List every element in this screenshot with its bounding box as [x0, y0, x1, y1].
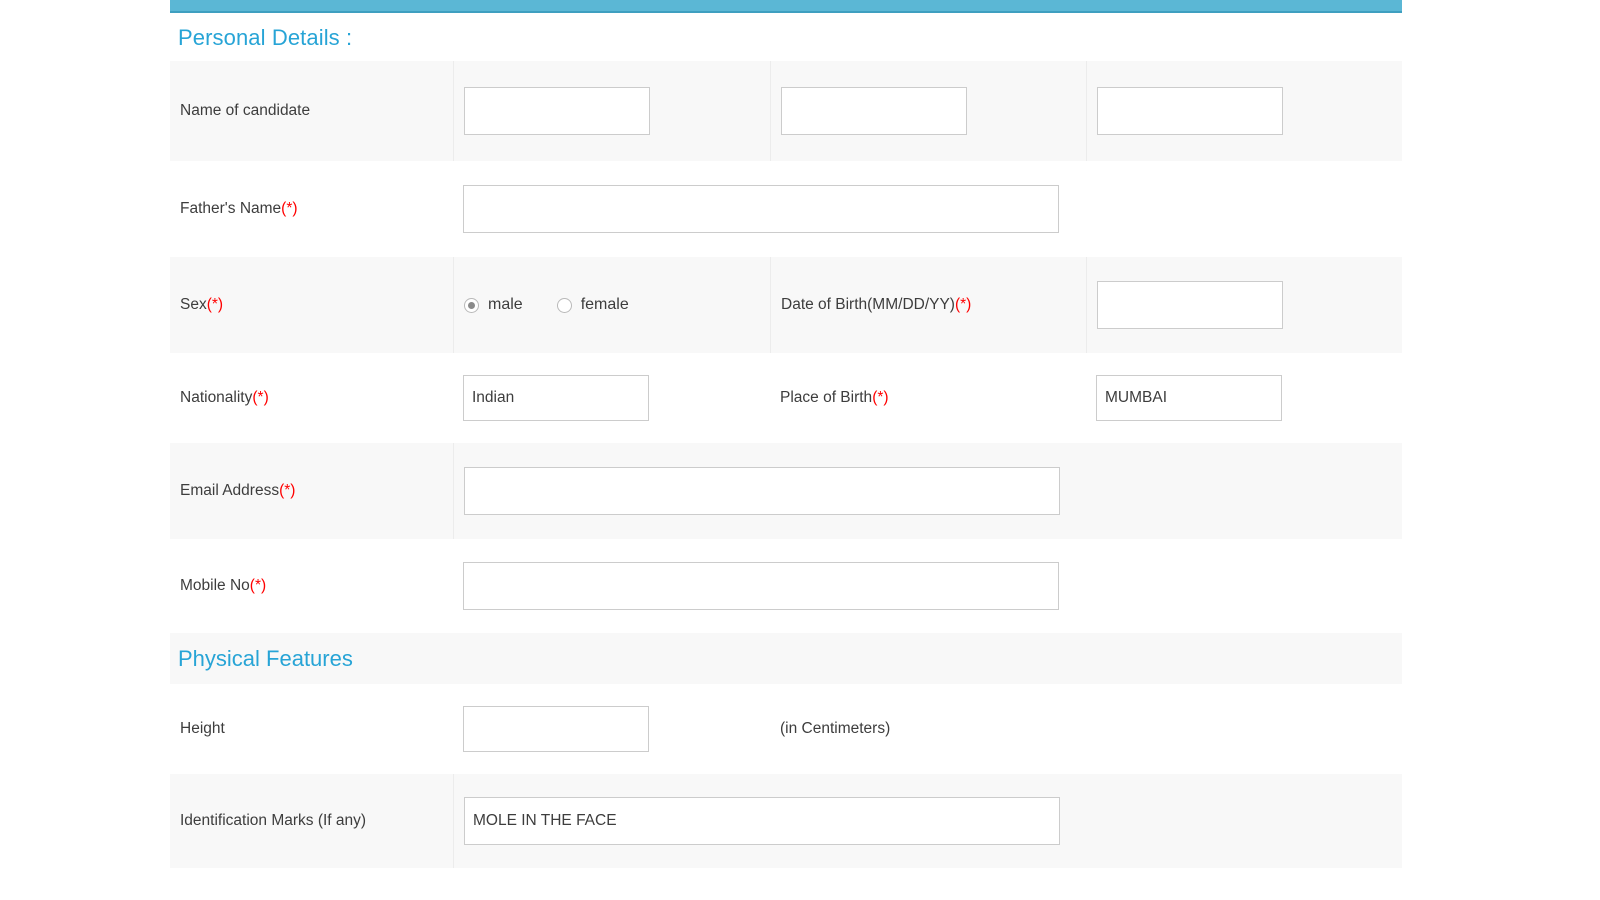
- label-cell-height: Height: [170, 684, 453, 774]
- radio-option-male[interactable]: male: [464, 296, 523, 314]
- label-nationality: Nationality: [180, 388, 252, 408]
- row-name-of-candidate: Name of candidate: [170, 61, 1402, 161]
- field-cell-sex-radios: male female: [453, 257, 770, 353]
- field-cell-nationality: [453, 353, 770, 443]
- label-cell-place-of-birth: Place of Birth (*): [770, 353, 1086, 443]
- field-cell-date-of-birth: [1086, 257, 1402, 353]
- label-fathers-name: Father's Name: [180, 199, 281, 219]
- required-marker-place-of-birth: (*): [872, 389, 888, 407]
- radio-male-label: male: [488, 296, 523, 314]
- name-last-input[interactable]: [1097, 87, 1283, 135]
- required-marker-nationality: (*): [252, 389, 268, 407]
- required-marker-mobile-no: (*): [250, 577, 266, 595]
- section-title-personal-details: Personal Details :: [170, 13, 1402, 61]
- required-marker-date-of-birth: (*): [955, 296, 971, 314]
- name-middle-input[interactable]: [781, 87, 967, 135]
- label-cell-identification-marks: Identification Marks (If any): [170, 774, 453, 868]
- required-marker-fathers-name: (*): [281, 200, 297, 218]
- section-title-physical-features: Physical Features: [170, 633, 1402, 684]
- radio-male-icon[interactable]: [464, 298, 479, 313]
- label-cell-sex: Sex (*): [170, 257, 453, 353]
- label-date-of-birth: Date of Birth(MM/DD/YY): [781, 295, 955, 315]
- label-cell-nationality: Nationality (*): [170, 353, 453, 443]
- field-cell-name-first: [453, 61, 770, 161]
- field-cell-email-address: [453, 443, 1402, 539]
- field-cell-mobile-no: [453, 539, 1402, 633]
- empty-cell-height: [1086, 684, 1402, 774]
- field-cell-fathers-name: [453, 161, 1402, 257]
- top-banner: [170, 0, 1402, 13]
- field-cell-identification-marks: [453, 774, 1402, 868]
- fathers-name-input[interactable]: [463, 185, 1059, 233]
- row-identification-marks: Identification Marks (If any): [170, 774, 1402, 868]
- label-identification-marks: Identification Marks (If any): [180, 811, 366, 831]
- personal-details-form: Personal Details : Name of candidate Fat…: [170, 13, 1402, 868]
- label-cell-name-of-candidate: Name of candidate: [170, 61, 453, 161]
- row-sex-dob: Sex (*) male female Date of Birth(MM/DD/…: [170, 257, 1402, 353]
- required-marker-sex: (*): [207, 296, 223, 314]
- field-cell-name-last: [1086, 61, 1402, 161]
- height-unit-note: (in Centimeters): [780, 720, 890, 738]
- row-nationality-place-of-birth: Nationality (*) Place of Birth (*): [170, 353, 1402, 443]
- identification-marks-input[interactable]: [464, 797, 1060, 845]
- date-of-birth-input[interactable]: [1097, 281, 1283, 329]
- place-of-birth-input[interactable]: [1096, 375, 1282, 421]
- sex-radio-group[interactable]: male female: [464, 296, 629, 314]
- label-cell-date-of-birth: Date of Birth(MM/DD/YY) (*): [770, 257, 1086, 353]
- height-input[interactable]: [463, 706, 649, 752]
- required-marker-email-address: (*): [279, 482, 295, 500]
- label-mobile-no: Mobile No: [180, 576, 250, 596]
- email-address-input[interactable]: [464, 467, 1060, 515]
- label-height: Height: [180, 719, 225, 739]
- row-mobile-no: Mobile No (*): [170, 539, 1402, 633]
- row-fathers-name: Father's Name (*): [170, 161, 1402, 257]
- radio-female-icon[interactable]: [557, 298, 572, 313]
- nationality-input[interactable]: [463, 375, 649, 421]
- label-cell-email-address: Email Address (*): [170, 443, 453, 539]
- name-first-input[interactable]: [464, 87, 650, 135]
- mobile-no-input[interactable]: [463, 562, 1059, 610]
- radio-option-female[interactable]: female: [557, 296, 629, 314]
- label-cell-mobile-no: Mobile No (*): [170, 539, 453, 633]
- label-email-address: Email Address: [180, 481, 279, 501]
- row-email-address: Email Address (*): [170, 443, 1402, 539]
- label-cell-fathers-name: Father's Name (*): [170, 161, 453, 257]
- radio-female-label: female: [581, 296, 629, 314]
- field-cell-height: [453, 684, 770, 774]
- label-sex: Sex: [180, 295, 207, 315]
- field-cell-name-middle: [770, 61, 1086, 161]
- note-cell-height-unit: (in Centimeters): [770, 684, 1086, 774]
- label-place-of-birth: Place of Birth: [780, 388, 872, 408]
- label-name-of-candidate: Name of candidate: [180, 101, 310, 121]
- application-form-page: Personal Details : Name of candidate Fat…: [0, 0, 1600, 900]
- field-cell-place-of-birth: [1086, 353, 1402, 443]
- row-height: Height (in Centimeters): [170, 684, 1402, 774]
